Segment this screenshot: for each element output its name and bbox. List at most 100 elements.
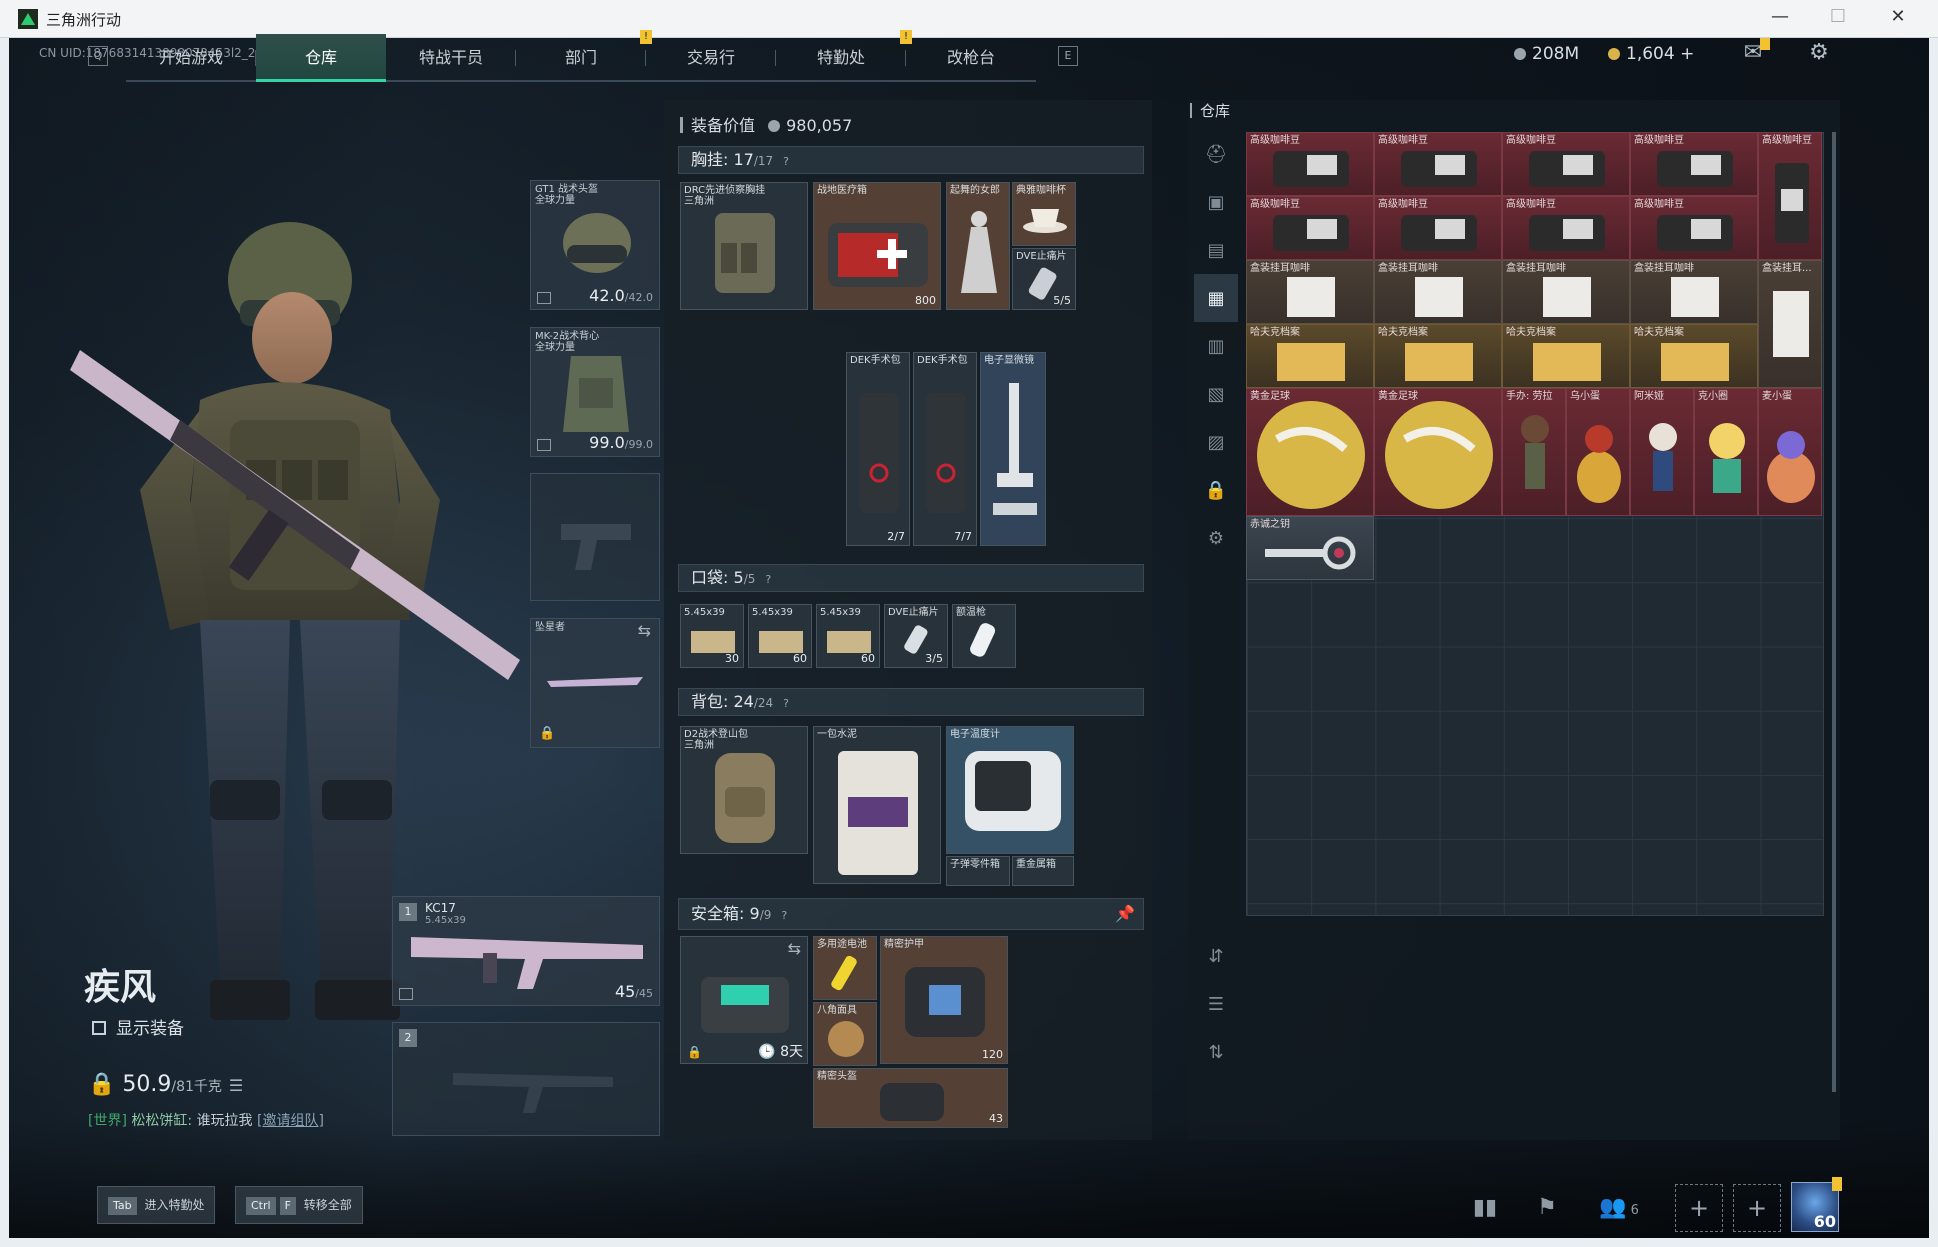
medical-kit-item[interactable]: 战地医疗箱 800 bbox=[813, 182, 941, 310]
safebox-item[interactable]: ⇆ 🔒 🕒 8天 bbox=[680, 936, 808, 1064]
stash-item[interactable]: 盒装挂耳咖啡 bbox=[1246, 260, 1374, 324]
primary-weapon-slot[interactable]: 1 KC17 5.45x39 45/45 bbox=[392, 896, 660, 1006]
tab-warehouse[interactable]: 仓库 bbox=[256, 34, 386, 82]
ammo-parts-box-item[interactable]: 子弹零件箱 bbox=[946, 856, 1010, 886]
surgery-kit-item[interactable]: DEK手术包 7/7 bbox=[913, 352, 977, 546]
tab-operators[interactable]: 特战干员 bbox=[386, 34, 516, 82]
ammo-item[interactable]: 5.45x39 60 bbox=[816, 604, 880, 668]
close-button[interactable]: ✕ bbox=[1878, 6, 1918, 27]
weight-list-icon[interactable]: ☰ bbox=[229, 1076, 243, 1095]
flag-icon[interactable]: ⚑ bbox=[1527, 1188, 1567, 1228]
stash-item[interactable]: 克小圈 bbox=[1694, 388, 1758, 516]
tab-special-ops[interactable]: 特勤处! bbox=[776, 30, 912, 82]
backpack-item[interactable]: D2战术登山包 三角洲 bbox=[680, 726, 808, 854]
pin-icon[interactable]: 📌 bbox=[1115, 899, 1135, 929]
category-weapon-icon[interactable]: ▤ bbox=[1194, 226, 1238, 274]
thermometer-gun-item[interactable]: 额温枪 bbox=[952, 604, 1016, 668]
invite-team-link[interactable]: [邀请组队] bbox=[257, 1113, 324, 1129]
tab-trading[interactable]: 交易行 bbox=[646, 34, 776, 82]
stash-item[interactable]: 黄金足球 bbox=[1246, 388, 1374, 516]
ammo-item[interactable]: 5.45x39 30 bbox=[680, 604, 744, 668]
show-equipment-checkbox[interactable] bbox=[92, 1021, 106, 1035]
auto-arrange-icon[interactable]: ⇅ bbox=[1194, 1028, 1238, 1076]
coffee-cup-item[interactable]: 典雅咖啡杯 bbox=[1012, 182, 1076, 246]
painkiller-item[interactable]: DVE止痛片 5/5 bbox=[1012, 248, 1076, 310]
world-chat[interactable]: [世界] 松松饼缸: 谁玩拉我 [邀请组队] bbox=[88, 1110, 324, 1130]
stash-item[interactable]: 手办: 劳拉 bbox=[1502, 388, 1566, 516]
stash-item[interactable]: 赤诚之钥 bbox=[1246, 516, 1374, 580]
stash-item[interactable]: 麦小蛋 bbox=[1758, 388, 1822, 516]
help-icon[interactable]: ? bbox=[765, 567, 771, 593]
minimize-button[interactable]: — bbox=[1760, 6, 1800, 27]
help-icon[interactable]: ? bbox=[783, 691, 789, 717]
stash-item[interactable]: 黄金足球 bbox=[1374, 388, 1502, 516]
category-lock-icon[interactable]: 🔒 bbox=[1194, 466, 1238, 514]
layers-icon[interactable]: ☰ bbox=[1194, 980, 1238, 1028]
player-avatar[interactable]: 60 bbox=[1791, 1177, 1842, 1232]
stash-item[interactable]: 盒装挂耳咖啡 bbox=[1630, 260, 1758, 324]
stash-item[interactable]: 高级咖啡豆 bbox=[1246, 132, 1374, 196]
chest-rig-item[interactable]: DRC先进侦察胸挂 三角洲 bbox=[680, 182, 808, 310]
armor-slot[interactable]: MK-2战术背心 全球力量 99.0/99.0 bbox=[530, 327, 660, 457]
stash-item[interactable]: 高级咖啡豆 bbox=[1630, 196, 1758, 260]
stash-item[interactable]: 高级咖啡豆 bbox=[1502, 196, 1630, 260]
show-equipment-toggle[interactable]: 显示装备 bbox=[92, 1014, 184, 1039]
tab-department[interactable]: 部门! bbox=[516, 30, 652, 82]
enter-special-ops-button[interactable]: Tab 进入特勤处 bbox=[97, 1186, 216, 1224]
heavy-metal-box-item[interactable]: 重金属箱 bbox=[1012, 856, 1074, 886]
nav-next-key[interactable]: E bbox=[1058, 46, 1078, 66]
help-icon[interactable]: ? bbox=[781, 901, 787, 931]
tab-gunsmith[interactable]: 改枪台 bbox=[906, 34, 1036, 82]
surgery-kit-item[interactable]: DEK手术包 2/7 bbox=[846, 352, 910, 546]
stash-item[interactable]: 阿米娅 bbox=[1630, 388, 1694, 516]
octagon-mask-item[interactable]: 八角面具 bbox=[813, 1002, 877, 1066]
stash-item[interactable]: 乌小蛋 bbox=[1566, 388, 1630, 516]
microscope-item[interactable]: 电子显微镜 bbox=[980, 352, 1046, 546]
precision-armor-item[interactable]: 精密护甲 120 bbox=[880, 936, 1008, 1064]
helmet-slot[interactable]: GT1 战术头盔 全球力量 42.0/42.0 bbox=[530, 180, 660, 310]
stash-item[interactable]: 哈夫克档案 bbox=[1246, 324, 1374, 388]
painkiller-item[interactable]: DVE止痛片 3/5 bbox=[884, 604, 948, 668]
stash-item[interactable]: 盒装挂耳咖啡 bbox=[1502, 260, 1630, 324]
tab-start-game[interactable]: 开始游戏 bbox=[126, 34, 256, 82]
stash-item[interactable]: 哈夫克档案 bbox=[1502, 324, 1630, 388]
stash-item[interactable]: 高级咖啡豆 bbox=[1374, 132, 1502, 196]
stash-scrollbar[interactable] bbox=[1832, 132, 1836, 1092]
gold-currency[interactable]: 1,604 + bbox=[1608, 44, 1694, 64]
category-misc-icon[interactable]: ▨ bbox=[1194, 418, 1238, 466]
stash-item[interactable]: 盒装挂耳咖啡 bbox=[1374, 260, 1502, 324]
mail-icon[interactable]: ✉ bbox=[1738, 38, 1770, 70]
category-medical-icon[interactable]: ▧ bbox=[1194, 370, 1238, 418]
secondary-weapon-slot[interactable]: 2 bbox=[392, 1022, 660, 1136]
sort-icon[interactable]: ⇵ bbox=[1194, 932, 1238, 980]
category-helmet-icon[interactable]: ⛑ bbox=[1194, 130, 1238, 178]
stash-item[interactable]: 高级咖啡豆 bbox=[1374, 196, 1502, 260]
stash-item[interactable]: 哈夫克档案 bbox=[1374, 324, 1502, 388]
category-all-icon[interactable]: ▦ bbox=[1194, 274, 1238, 322]
stash-item[interactable]: 哈夫克档案 bbox=[1630, 324, 1758, 388]
dancing-lady-item[interactable]: 起舞的女郎 bbox=[946, 182, 1010, 310]
settings-gear-icon[interactable]: ⚙ bbox=[1804, 40, 1834, 70]
stats-chart-icon[interactable]: ▮▮ bbox=[1465, 1188, 1505, 1228]
battery-item[interactable]: 多用途电池 bbox=[813, 936, 877, 1000]
stash-item[interactable]: 高级咖啡豆 bbox=[1246, 196, 1374, 260]
maximize-button[interactable]: ☐ bbox=[1818, 6, 1858, 27]
invite-slot-2[interactable]: + bbox=[1733, 1184, 1781, 1232]
friends-icon[interactable]: 👥 6 bbox=[1591, 1188, 1647, 1228]
sidearm-slot[interactable] bbox=[530, 473, 660, 601]
stash-item[interactable]: 高级咖啡豆 bbox=[1758, 132, 1822, 260]
stash-item[interactable]: 高级咖啡豆 bbox=[1630, 132, 1758, 196]
stash-item[interactable]: 高级咖啡豆 bbox=[1502, 132, 1630, 196]
nav-prev-key[interactable]: Q bbox=[88, 46, 108, 66]
category-ammo-icon[interactable]: ▥ bbox=[1194, 322, 1238, 370]
add-currency-button[interactable]: + bbox=[1680, 44, 1694, 64]
precision-helmet-item[interactable]: 精密头盔 43 bbox=[813, 1068, 1008, 1128]
ammo-item[interactable]: 5.45x39 60 bbox=[748, 604, 812, 668]
category-armor-icon[interactable]: ▣ bbox=[1194, 178, 1238, 226]
transfer-all-button[interactable]: Ctrl F 转移全部 bbox=[235, 1186, 363, 1224]
cement-bag-item[interactable]: 一包水泥 bbox=[813, 726, 941, 884]
thermometer-item[interactable]: 电子温度计 bbox=[946, 726, 1074, 854]
help-icon[interactable]: ? bbox=[783, 149, 789, 175]
category-settings-icon[interactable]: ⚙ bbox=[1194, 514, 1238, 562]
invite-slot-1[interactable]: + bbox=[1675, 1184, 1723, 1232]
